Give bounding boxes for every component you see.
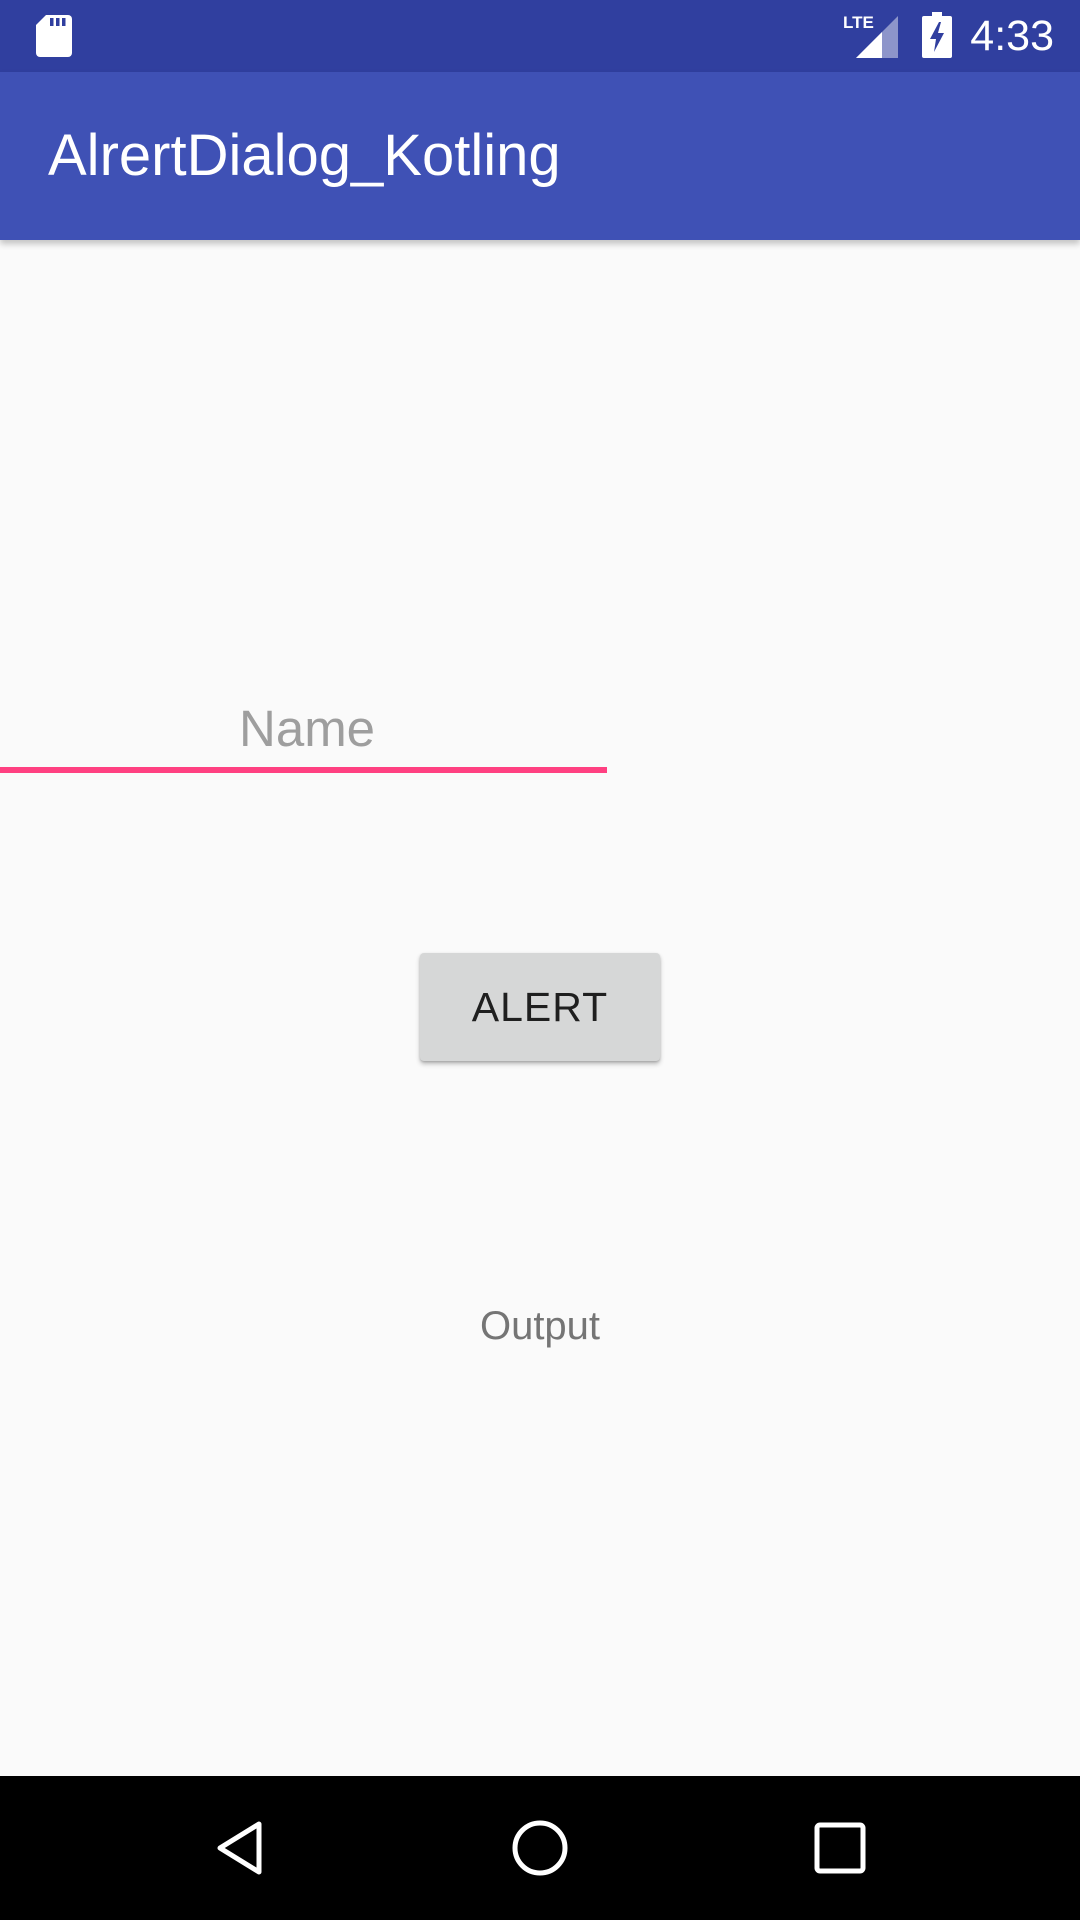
back-icon <box>217 1821 262 1875</box>
output-text: Output <box>479 1304 601 1348</box>
sd-card-icon <box>36 15 72 57</box>
clock: 4:33 <box>970 12 1054 60</box>
lte-label: LTE <box>843 13 874 32</box>
name-field[interactable] <box>237 690 844 774</box>
app-title: AlrertDialog_Kotling <box>48 123 561 188</box>
name-input[interactable] <box>237 690 844 766</box>
battery-charging-icon <box>922 12 952 58</box>
screen: LTE 4:33 AlrertDialog_Kotling ALERT Outp… <box>0 0 1080 1920</box>
nav-home-button[interactable] <box>490 1798 590 1898</box>
name-input-underline <box>0 767 607 773</box>
nav-back-button[interactable] <box>190 1798 290 1898</box>
lte-signal-icon: LTE <box>843 13 898 58</box>
recents-icon <box>814 1822 866 1874</box>
home-icon <box>512 1820 568 1876</box>
navigation-bar <box>0 1776 1080 1920</box>
status-bar: LTE 4:33 <box>0 0 1080 72</box>
nav-recents-button[interactable] <box>790 1798 890 1898</box>
alert-button[interactable]: ALERT <box>420 953 660 1061</box>
app-bar: AlrertDialog_Kotling <box>0 72 1080 240</box>
